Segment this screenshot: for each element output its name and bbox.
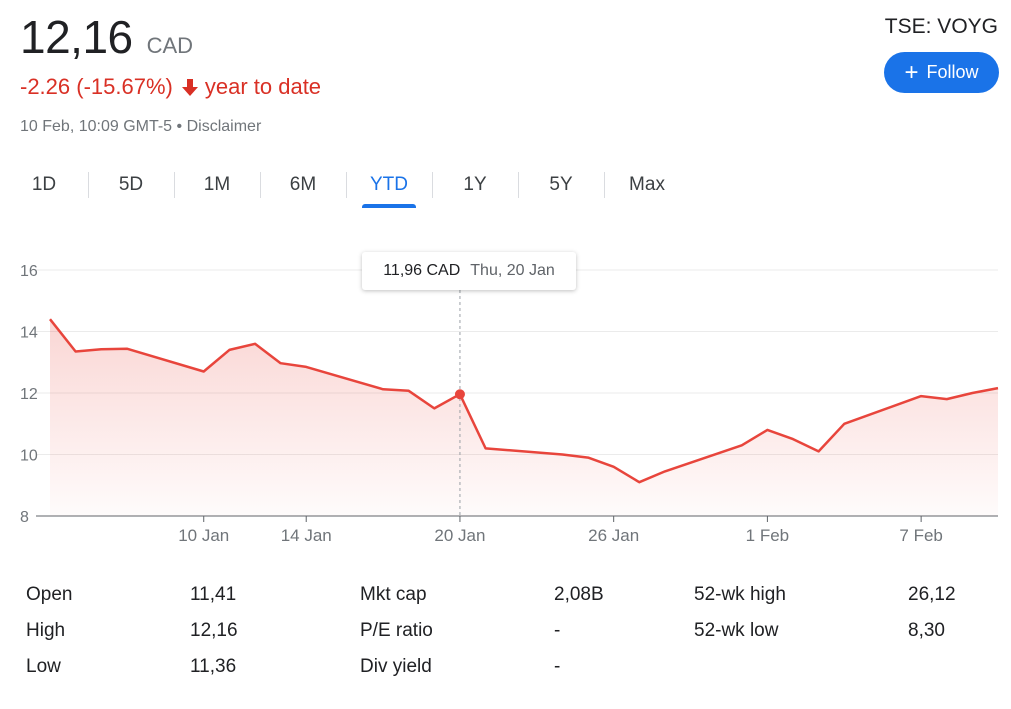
- tooltip-price: 11,96 CAD: [383, 262, 461, 279]
- quote-meta: 10 Feb, 10:09 GMT-5 • Disclaimer: [20, 118, 261, 136]
- x-tick-label: 1 Feb: [746, 526, 789, 545]
- disclaimer-link[interactable]: Disclaimer: [187, 118, 262, 135]
- stat-52wk-high-value: 26,12: [908, 584, 956, 605]
- follow-button[interactable]: + Follow: [884, 52, 999, 93]
- tab-1m[interactable]: 1M: [174, 162, 260, 208]
- stat-divyield-value: -: [554, 656, 561, 677]
- stat-low-value: 11,36: [190, 656, 237, 677]
- currency-label: CAD: [146, 33, 194, 58]
- tab-1d[interactable]: 1D: [0, 162, 88, 208]
- stat-open-label: Open: [26, 584, 73, 605]
- current-price: 12,16: [20, 11, 133, 63]
- range-tabs: 1D 5D 1M 6M YTD 1Y 5Y Max: [0, 162, 690, 208]
- stat-open-value: 11,41: [190, 584, 237, 605]
- follow-label: Follow: [926, 62, 979, 82]
- x-tick-label: 7 Feb: [899, 526, 942, 545]
- ticker-symbol: TSE: VOYG: [884, 15, 998, 38]
- x-tick-label: 14 Jan: [281, 526, 332, 545]
- y-tick-label: 12: [20, 386, 38, 403]
- y-tick-label: 8: [20, 509, 29, 526]
- stat-divyield-label: Div yield: [360, 656, 432, 677]
- arrow-down-icon: [181, 77, 199, 97]
- price-header: 12,16 CAD: [20, 10, 193, 64]
- change-value: -2.26 (-15.67%): [20, 74, 173, 99]
- tooltip-date: Thu, 20 Jan: [470, 262, 555, 279]
- stat-pe-label: P/E ratio: [360, 620, 433, 641]
- stat-52wk-high-label: 52-wk high: [694, 584, 786, 605]
- y-tick-label: 16: [20, 263, 38, 280]
- y-tick-label: 14: [20, 325, 38, 342]
- tab-5d[interactable]: 5D: [88, 162, 174, 208]
- stat-high-value: 12,16: [190, 620, 238, 641]
- stat-low-label: Low: [26, 656, 61, 677]
- stat-52wk-low-label: 52-wk low: [694, 620, 779, 641]
- tab-6m[interactable]: 6M: [260, 162, 346, 208]
- x-tick-label: 10 Jan: [178, 526, 229, 545]
- stat-52wk-low-value: 8,30: [908, 620, 945, 641]
- tab-ytd[interactable]: YTD: [346, 162, 432, 208]
- chart-tooltip: 11,96 CAD Thu, 20 Jan: [362, 252, 576, 290]
- stat-high-label: High: [26, 620, 66, 641]
- stat-mktcap-label: Mkt cap: [360, 584, 427, 605]
- quote-timestamp: 10 Feb, 10:09 GMT-5: [20, 118, 173, 135]
- x-tick-label: 20 Jan: [434, 526, 485, 545]
- stat-mktcap-value: 2,08B: [554, 584, 604, 605]
- price-area: [50, 319, 998, 516]
- stat-pe-value: -: [554, 620, 561, 641]
- x-tick-label: 26 Jan: [588, 526, 639, 545]
- hover-point: [454, 389, 465, 400]
- tab-1y[interactable]: 1Y: [432, 162, 518, 208]
- change-period: year to date: [204, 74, 322, 99]
- tab-5y[interactable]: 5Y: [518, 162, 604, 208]
- meta-separator: •: [176, 118, 183, 135]
- y-tick-label: 10: [20, 448, 38, 465]
- tab-max[interactable]: Max: [604, 162, 690, 208]
- plus-icon: +: [904, 58, 919, 86]
- price-change: -2.26 (-15.67%) year to date: [20, 74, 321, 100]
